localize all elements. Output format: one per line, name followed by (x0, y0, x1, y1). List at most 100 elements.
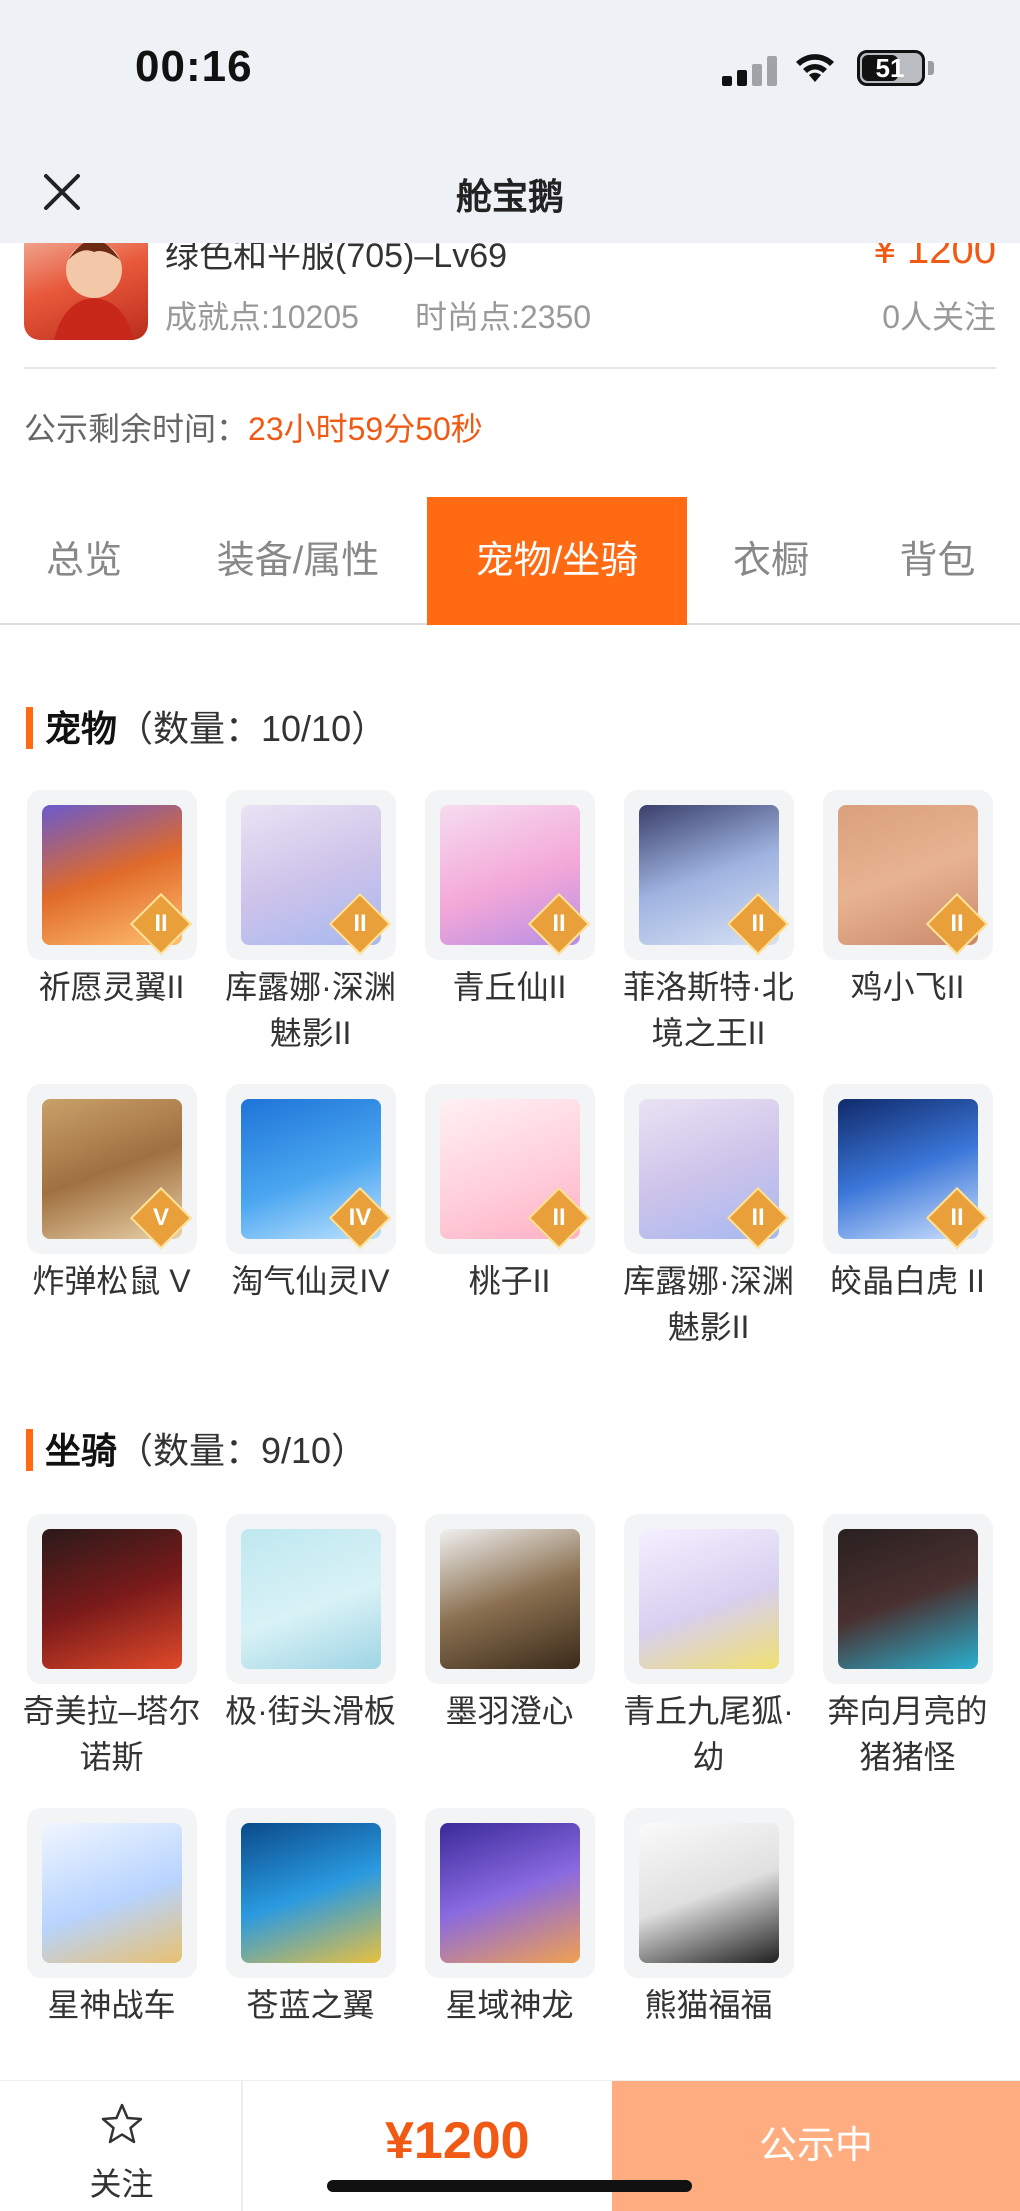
pet-name: 青丘仙II (452, 969, 567, 1005)
pet-name: 库露娜·深渊魅影II (225, 969, 396, 1051)
grade-badge-text: II (551, 910, 566, 937)
battery-level: 51 (875, 53, 905, 83)
mount-image (240, 1823, 381, 1963)
pet-card: II (424, 1084, 595, 1254)
mount-item[interactable]: 熊猫福福 (609, 1808, 808, 2028)
pet-card: II (822, 790, 993, 960)
mount-item[interactable]: 青丘九尾狐·幼 (609, 1514, 808, 1780)
pet-card: II (822, 1084, 993, 1254)
grade-badge-text: V (152, 1204, 169, 1231)
battery-icon: 51 (857, 50, 925, 86)
wifi-icon (796, 54, 834, 82)
page-title: 舱宝鹅 (455, 176, 564, 217)
pet-item[interactable]: II 菲洛斯特·北境之王II (609, 790, 808, 1056)
mounts-count: （数量：9/10） (117, 1430, 368, 1471)
mount-image (638, 1529, 779, 1669)
achievement-points: 成就点:10205 (165, 299, 359, 335)
mount-item[interactable]: 极·街头滑板 (211, 1514, 410, 1734)
mount-item[interactable]: 苍蓝之翼 (211, 1808, 410, 2028)
pet-name: 桃子II (468, 1263, 551, 1299)
pet-item[interactable]: IV 淘气仙灵IV (211, 1084, 410, 1304)
tab-bag[interactable]: 背包 (855, 497, 1020, 625)
pet-item[interactable]: II 鸡小飞II (808, 790, 1007, 1010)
grade-badge-text: II (949, 1204, 964, 1231)
pet-card: II (623, 1084, 794, 1254)
mounts-title: 坐骑 (45, 1430, 118, 1471)
mount-name: 极·街头滑板 (225, 1693, 396, 1729)
mount-card (623, 1808, 794, 1978)
tab-bar: 总览 装备/属性 宠物/坐骑 衣橱 背包 (0, 497, 1020, 625)
mount-name: 奔向月亮的猪猪怪 (827, 1693, 988, 1775)
pets-count: （数量：10/10） (117, 708, 388, 749)
star-icon (101, 2103, 143, 2144)
mount-image (41, 1823, 182, 1963)
pets-section-title: 宠物（数量：10/10） (26, 700, 387, 752)
tab-pets-mounts[interactable]: 宠物/坐骑 (427, 497, 687, 625)
pet-card: II (424, 790, 595, 960)
pet-name: 淘气仙灵IV (231, 1263, 390, 1299)
pet-item[interactable]: II 祈愿灵翼II (12, 790, 211, 1010)
mount-card (424, 1808, 595, 1978)
mount-item[interactable]: 墨羽澄心 (410, 1514, 609, 1734)
mount-name: 星域神龙 (445, 1987, 574, 2023)
notice-countdown: 公示剩余时间：23小时59分50秒 (24, 404, 483, 450)
pet-card: V (26, 1084, 197, 1254)
tab-wardrobe[interactable]: 衣橱 (687, 497, 855, 625)
pet-item[interactable]: II 皎晶白虎 II (808, 1084, 1007, 1304)
pet-item[interactable]: II 青丘仙II (410, 790, 609, 1010)
pet-item[interactable]: V 炸弹松鼠 V (12, 1084, 211, 1304)
pet-name: 炸弹松鼠 V (32, 1263, 191, 1299)
pet-name: 祈愿灵翼II (38, 969, 185, 1005)
mount-item[interactable]: 星神战车 (12, 1808, 211, 2028)
notice-label: 公示剩余时间： (24, 411, 249, 447)
mount-name: 墨羽澄心 (445, 1693, 574, 1729)
tab-equipment[interactable]: 装备/属性 (168, 497, 428, 625)
pet-item[interactable]: II 桃子II (410, 1084, 609, 1304)
pet-name: 鸡小飞II (850, 969, 965, 1005)
grade-badge-text: II (949, 910, 964, 937)
mount-image (837, 1529, 978, 1669)
mount-card (26, 1514, 197, 1684)
grade-badge-text: II (551, 1204, 566, 1231)
grade-badge-text: II (153, 910, 168, 937)
mount-item[interactable]: 奇美拉–塔尔诺斯 (12, 1514, 211, 1780)
mount-name: 青丘九尾狐·幼 (623, 1693, 794, 1775)
pet-name: 库露娜·深渊魅影II (623, 1263, 794, 1345)
mount-card (623, 1514, 794, 1684)
mount-item[interactable]: 星域神龙 (410, 1808, 609, 2028)
tab-overview[interactable]: 总览 (0, 497, 168, 625)
mount-card (225, 1514, 396, 1684)
grade-badge-text: II (352, 910, 367, 937)
notice-remaining: 23小时59分50秒 (248, 411, 483, 447)
pet-item[interactable]: II 库露娜·深渊魅影II (211, 790, 410, 1056)
fashion-points: 时尚点:2350 (415, 299, 592, 335)
follow-label: 关注 (89, 2166, 154, 2202)
follow-button[interactable]: 关注 (0, 2081, 243, 2211)
pet-card: II (623, 790, 794, 960)
mount-image (638, 1823, 779, 1963)
pet-name: 菲洛斯特·北境之王II (623, 969, 794, 1051)
mount-name: 苍蓝之翼 (246, 1987, 375, 2023)
follower-count: 0人关注 (882, 299, 996, 335)
mount-name: 熊猫福福 (644, 1987, 773, 2023)
mount-image (41, 1529, 182, 1669)
grade-badge-text: IV (348, 1204, 371, 1231)
status-time: 00:16 (135, 42, 253, 91)
divider (24, 367, 996, 369)
mount-image (240, 1529, 381, 1669)
pet-card: IV (225, 1084, 396, 1254)
mount-name: 奇美拉–塔尔诺斯 (22, 1693, 201, 1775)
pet-item[interactable]: II 库露娜·深渊魅影II (609, 1084, 808, 1350)
home-indicator (327, 2180, 692, 2192)
mount-image (439, 1823, 580, 1963)
mount-card (424, 1514, 595, 1684)
mount-image (439, 1529, 580, 1669)
pets-title: 宠物 (45, 708, 118, 749)
mount-name: 星神战车 (47, 1987, 176, 2023)
cellular-signal-icon (722, 56, 778, 86)
mount-card (822, 1514, 993, 1684)
top-bar: 00:16 51 舱宝鹅 (0, 0, 1020, 243)
mounts-section-title: 坐骑（数量：9/10） (26, 1422, 367, 1474)
mount-card (225, 1808, 396, 1978)
mount-item[interactable]: 奔向月亮的猪猪怪 (808, 1514, 1007, 1780)
